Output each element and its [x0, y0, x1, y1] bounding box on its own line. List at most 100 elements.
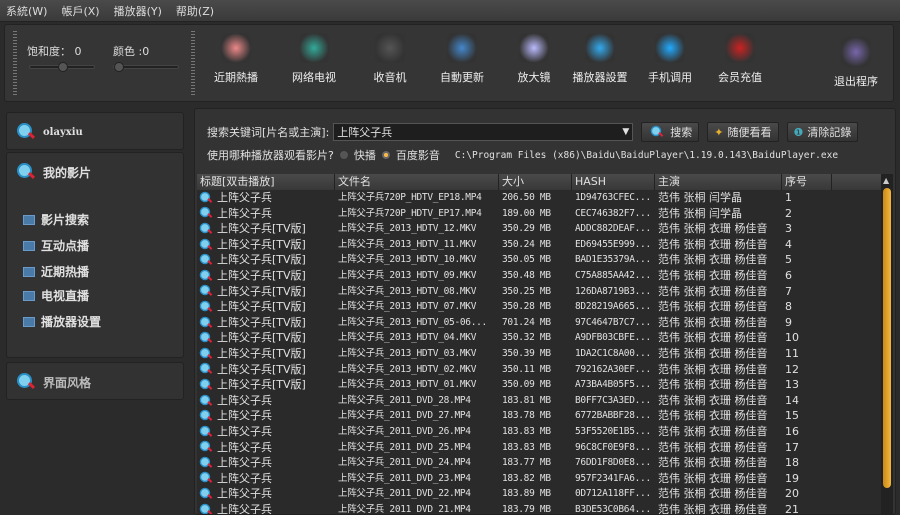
cell-size: 183.78 MB — [502, 410, 551, 422]
cell-actors: 范伟 张桐 衣珊 杨佳音 — [658, 331, 768, 345]
sidebar-item-movie-search[interactable]: 影片搜索 — [23, 211, 89, 228]
saturation-slider[interactable] — [29, 62, 95, 72]
cell-filename: 上阵父子兵_2013_HDTV_12.MKV — [338, 223, 477, 235]
vertical-scrollbar[interactable]: ▲ — [881, 174, 893, 514]
main-panel: 搜索关键词[片名或主演]: 上阵父子兵 ▼ 搜索 ✦ 随便看看 ❶ 清除記錄 使用哪种… — [194, 108, 896, 515]
toolbar-button-tv-globe[interactable]: 网络电视 — [279, 33, 349, 85]
search-value: 上阵父子兵 — [337, 126, 393, 139]
cell-hash: 1DA2C1C8A00... — [575, 347, 651, 359]
scroll-up-arrow[interactable]: ▲ — [883, 176, 889, 185]
search-button[interactable]: 搜索 — [641, 122, 700, 142]
cell-title: 上阵父子兵[TV版] — [197, 299, 335, 315]
toolbar-button-gears[interactable]: 播放器設置 — [565, 33, 635, 85]
table-row[interactable]: 上阵父子兵 上阵父子兵_2011_DVD_21.MP4 183.79 MB B3… — [197, 502, 883, 514]
sidebar-item-tv-live[interactable]: 电视直播 — [23, 287, 89, 304]
cell-size: 189.00 MB — [502, 207, 551, 219]
table-row[interactable]: 上阵父子兵[TV版] 上阵父子兵_2013_HDTV_11.MKV 350.24… — [197, 237, 883, 253]
toolbar-grip[interactable] — [13, 31, 17, 95]
random-watch-button[interactable]: ✦ 随便看看 — [707, 122, 779, 142]
table-row[interactable]: 上阵父子兵[TV版] 上阵父子兵_2013_HDTV_01.MKV 350.09… — [197, 377, 883, 393]
cell-title: 上阵父子兵[TV版] — [197, 221, 335, 237]
table-row[interactable]: 上阵父子兵[TV版] 上阵父子兵_2013_HDTV_10.MKV 350.05… — [197, 252, 883, 268]
my-movies-header[interactable]: 我的影片 — [17, 163, 91, 181]
scrollbar-thumb[interactable] — [883, 188, 891, 488]
table-row[interactable]: 上阵父子兵[TV版] 上阵父子兵_2013_HDTV_09.MKV 350.48… — [197, 268, 883, 284]
cell-actors: 范伟 张桐 衣珊 杨佳音 — [658, 284, 768, 298]
sidebar-item-interactive[interactable]: 互动点播 — [23, 237, 89, 254]
cell-actors: 范伟 张桐 衣珊 杨佳音 — [658, 409, 768, 423]
cell-index: 10 — [785, 331, 799, 345]
table-row[interactable]: 上阵父子兵 上阵父子兵_2011_DVD_24.MP4 183.77 MB 76… — [197, 455, 883, 471]
menu-system[interactable]: 系統(W) — [6, 3, 47, 19]
cell-filename: 上阵父子兵_2013_HDTV_02.MKV — [338, 363, 477, 375]
table-row[interactable]: 上阵父子兵 上阵父子兵_2011_DVD_27.MP4 183.78 MB 67… — [197, 408, 883, 424]
cell-size: 350.09 MB — [502, 379, 551, 391]
cell-actors: 范伟 张桐 衣珊 杨佳音 — [658, 378, 768, 392]
table-row[interactable]: 上阵父子兵 上阵父子兵_2011_DVD_28.MP4 183.81 MB B0… — [197, 393, 883, 409]
search-combobox[interactable]: 上阵父子兵 ▼ — [333, 123, 634, 141]
search-icon — [650, 125, 664, 139]
update-icon — [447, 33, 477, 63]
menu-account[interactable]: 帳戶(X) — [61, 3, 99, 19]
cell-title: 上阵父子兵 — [197, 455, 335, 471]
col-index[interactable]: 序号 — [782, 174, 832, 190]
table-row[interactable]: 上阵父子兵[TV版] 上阵父子兵_2013_HDTV_05-06... 701.… — [197, 315, 883, 331]
saturation-label: 饱和度： 0 — [27, 45, 82, 58]
toolbar-button-exit-door[interactable]: 退出程序 — [821, 37, 891, 89]
flower-icon — [221, 33, 251, 63]
table-row[interactable]: 上阵父子兵 上阵父子兵720P_HDTV_EP17.MP4 189.00 MB … — [197, 206, 883, 222]
toolbar-grip[interactable] — [191, 31, 195, 95]
cell-hash: CEC746382F7... — [575, 207, 651, 219]
col-actors[interactable]: 主演 — [655, 174, 782, 190]
radio-qvod[interactable] — [338, 150, 349, 160]
menu-player[interactable]: 播放器(Y) — [114, 3, 162, 19]
toolbar-button-phone[interactable]: 手机调用 — [635, 33, 705, 85]
phone-icon — [655, 33, 685, 63]
cell-title: 上阵父子兵[TV版] — [197, 237, 335, 253]
user-panel[interactable]: olayxiu — [6, 112, 184, 150]
cell-size: 183.83 MB — [502, 441, 551, 453]
clear-history-button[interactable]: ❶ 清除記錄 — [786, 122, 859, 142]
table-row[interactable]: 上阵父子兵[TV版] 上阵父子兵_2013_HDTV_07.MKV 350.28… — [197, 299, 883, 315]
table-row[interactable]: 上阵父子兵 上阵父子兵720P_HDTV_EP18.MP4 206.50 MB … — [197, 190, 883, 206]
color-slider-knob[interactable] — [114, 62, 124, 72]
table-row[interactable]: 上阵父子兵 上阵父子兵_2011_DVD_25.MP4 183.83 MB 96… — [197, 440, 883, 456]
toolbar-button-headphones[interactable]: 收音机 — [355, 33, 425, 85]
toolbar-button-pinterest[interactable]: 会员充值 — [705, 33, 775, 85]
saturation-slider-knob[interactable] — [58, 62, 68, 72]
chevron-down-icon[interactable]: ▼ — [622, 127, 632, 137]
table-row[interactable]: 上阵父子兵[TV版] 上阵父子兵_2013_HDTV_02.MKV 350.11… — [197, 362, 883, 378]
radio-baidu[interactable] — [380, 150, 391, 160]
cell-actors: 范伟 张桐 衣珊 杨佳音 — [658, 440, 768, 454]
table-row[interactable]: 上阵父子兵 上阵父子兵_2011_DVD_22.MP4 183.89 MB 0D… — [197, 486, 883, 502]
cell-size: 350.29 MB — [502, 223, 551, 235]
cell-hash: ED69455E999... — [575, 238, 651, 250]
toolbar-button-update[interactable]: 自動更新 — [427, 33, 497, 85]
col-title[interactable]: 标题[双击播放] — [197, 174, 335, 190]
table-row[interactable]: 上阵父子兵[TV版] 上阵父子兵_2013_HDTV_08.MKV 350.25… — [197, 284, 883, 300]
search-icon — [199, 191, 213, 204]
search-icon — [199, 316, 213, 329]
sidebar-item-player-settings[interactable]: 播放器设置 — [23, 313, 101, 330]
menu-bar: 系統(W) 帳戶(X) 播放器(Y) 帮助(Z) — [0, 0, 900, 22]
toolbar-button-flower[interactable]: 近期熱播 — [201, 33, 271, 85]
col-filename[interactable]: 文件名 — [335, 174, 499, 190]
col-size[interactable]: 大小 — [499, 174, 572, 190]
cell-size: 183.79 MB — [502, 503, 551, 514]
table-row[interactable]: 上阵父子兵 上阵父子兵_2011_DVD_26.MP4 183.83 MB 53… — [197, 424, 883, 440]
menu-help[interactable]: 帮助(Z) — [176, 3, 214, 19]
toolbar-button-bulb[interactable]: 放大镜 — [499, 33, 569, 85]
table-row[interactable]: 上阵父子兵[TV版] 上阵父子兵_2013_HDTV_03.MKV 350.39… — [197, 346, 883, 362]
folder-icon — [23, 266, 35, 277]
table-row[interactable]: 上阵父子兵[TV版] 上阵父子兵_2013_HDTV_12.MKV 350.29… — [197, 221, 883, 237]
exit-door-icon — [841, 37, 871, 67]
cell-hash: 6772BABBF28... — [575, 410, 651, 422]
sidebar-item-recent-hot[interactable]: 近期热播 — [23, 263, 89, 280]
cell-filename: 上阵父子兵_2013_HDTV_01.MKV — [338, 379, 477, 391]
table-row[interactable]: 上阵父子兵 上阵父子兵_2011_DVD_23.MP4 183.82 MB 95… — [197, 471, 883, 487]
table-row[interactable]: 上阵父子兵[TV版] 上阵父子兵_2013_HDTV_04.MKV 350.32… — [197, 330, 883, 346]
col-hash[interactable]: HASH — [572, 174, 655, 190]
theme-panel[interactable]: 界面风格 — [6, 362, 184, 400]
color-slider[interactable] — [113, 62, 179, 72]
search-icon — [199, 487, 213, 501]
